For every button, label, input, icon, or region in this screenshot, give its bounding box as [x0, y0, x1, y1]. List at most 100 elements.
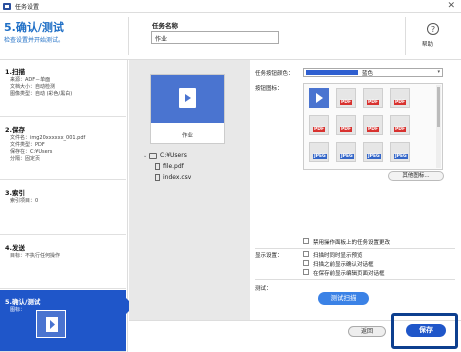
test-scan-button[interactable]: 测试扫描 [318, 292, 369, 305]
pdf-icon: PDF [363, 115, 383, 135]
title-bar: 任务设置 ✕ [0, 0, 461, 13]
step-scan[interactable]: 1.扫描 来源：ADF－单面 文档大小：自动检测 图像类型：自动 (彩色/黑白) [0, 60, 126, 117]
edit-page-checkbox[interactable] [303, 269, 309, 275]
close-icon[interactable]: ✕ [447, 0, 455, 13]
play-icon [179, 88, 196, 108]
scrollbar[interactable] [436, 85, 441, 168]
step-send[interactable]: 4.发送 目标：不执行任何操作 [0, 236, 126, 289]
jpeg-icon: JPEG [309, 142, 329, 162]
step-detail: 文档大小：自动检测 [10, 84, 56, 90]
pdf-icon: PDF [390, 88, 410, 108]
divider [128, 17, 129, 55]
jpeg-icon: JPEG [363, 142, 383, 162]
step-index[interactable]: 3.索引 索引项目：0 [0, 181, 126, 235]
button-color-label: 任务按钮颜色： [255, 71, 294, 77]
icon-option[interactable]: PDF [388, 114, 412, 136]
wizard-sidebar: 1.扫描 来源：ADF－单面 文档大小：自动检测 图像类型：自动 (彩色/黑白)… [0, 60, 134, 352]
pdf-icon: PDF [336, 115, 356, 135]
save-button[interactable]: 保存 [406, 324, 446, 337]
page-title: 5.确认/测试 [4, 21, 64, 34]
settings-panel: 任务按钮颜色： 蓝色 ▾ 按钮图标： PDF PDF PDF PDF PDF P… [251, 60, 461, 320]
disable-changes-checkbox[interactable] [303, 238, 309, 244]
step-detail: 文件名：img20xxxxxx_001.pdf [10, 135, 86, 141]
folder-icon [149, 152, 157, 159]
icon-picker: PDF PDF PDF PDF PDF PDF PDF JPEG JPEG JP… [303, 83, 443, 170]
back-button[interactable]: 返回 [348, 326, 386, 337]
page-subtitle: 检查设置并开始测试。 [4, 37, 65, 44]
window-title: 任务设置 [15, 4, 40, 11]
divider [255, 248, 455, 249]
show-preview-checkbox[interactable] [303, 251, 309, 257]
checkbox-label: 扫描时同时显示预览 [313, 253, 363, 259]
tree-item-folder: ⌄ C:¥Users [143, 152, 191, 163]
play-icon [46, 317, 58, 332]
other-icons-button[interactable]: 其他图标... [388, 171, 444, 181]
step-title: 3.索引 [5, 189, 25, 197]
app-icon [3, 3, 11, 10]
checkbox-label: 在保存前显示编辑页面对话框 [313, 271, 385, 277]
pdf-icon: PDF [390, 115, 410, 135]
file-icon [155, 174, 160, 181]
task-name-input[interactable]: 作业 [151, 31, 279, 44]
step-title: 1.扫描 [5, 68, 25, 76]
tree-item-file: file.pdf [143, 163, 191, 174]
task-name-label: 任务名称 [152, 22, 178, 30]
button-color-select[interactable]: 蓝色 ▾ [303, 68, 443, 77]
button-icon-label: 按钮图标： [255, 86, 283, 92]
pdf-icon: PDF [309, 115, 329, 135]
tree-item-file: index.csv [143, 174, 191, 185]
checkbox-label: 禁用操作面板上的任务设置更改 [313, 240, 391, 246]
pdf-icon: PDF [363, 88, 383, 108]
chevron-down-icon: ▾ [437, 69, 440, 75]
preview-label: 作业 [181, 133, 193, 139]
play-icon [309, 88, 329, 108]
output-tree: ⌄ C:¥Users file.pdf index.csv [143, 152, 191, 185]
task-button-preview: 作业 [150, 74, 225, 144]
step-detail: 图像类型：自动 (彩色/黑白) [10, 91, 73, 97]
icon-option[interactable]: PDF [388, 87, 412, 109]
confirm-dialog-checkbox[interactable] [303, 260, 309, 266]
tree-item-label: C:¥Users [160, 152, 187, 159]
step-title: 4.发送 [5, 244, 25, 252]
help-label: 帮助 [422, 42, 434, 48]
step-detail: 索引项目：0 [10, 198, 39, 204]
tree-item-label: index.csv [163, 174, 192, 181]
icon-option[interactable]: JPEG [334, 141, 358, 163]
icon-option[interactable]: PDF [361, 87, 385, 109]
icon-option[interactable]: PDF [334, 114, 358, 136]
step-save[interactable]: 2.保存 文件名：img20xxxxxx_001.pdf 文件类型：PDF 保存… [0, 118, 126, 180]
icon-option[interactable]: PDF [361, 114, 385, 136]
icon-option[interactable]: JPEG [388, 141, 412, 163]
display-settings-label: 显示设置： [255, 253, 283, 259]
step-confirm-test[interactable]: 5.确认/测试 图标： [0, 290, 134, 352]
icon-option[interactable] [307, 87, 331, 109]
step-detail: 文件类型：PDF [10, 142, 45, 148]
step-detail: 图标： [10, 307, 26, 313]
help-button[interactable]: ? 帮助 [420, 23, 446, 53]
icon-option[interactable]: JPEG [361, 141, 385, 163]
icon-option[interactable]: PDF [334, 87, 358, 109]
pdf-icon: PDF [336, 88, 356, 108]
save-highlight-frame: 保存 [391, 313, 458, 349]
step-detail: 保存在：C:¥Users [10, 149, 53, 155]
task-icon-preview [36, 310, 66, 338]
step-detail: 来源：ADF－单面 [10, 77, 51, 83]
step-title: 2.保存 [5, 126, 25, 134]
jpeg-icon: JPEG [390, 142, 410, 162]
divider [405, 17, 406, 55]
divider [255, 279, 455, 280]
help-icon: ? [427, 23, 439, 35]
step-title: 5.确认/测试 [5, 298, 41, 306]
color-swatch [306, 70, 358, 75]
tree-item-label: file.pdf [163, 163, 184, 170]
icon-option[interactable]: JPEG [307, 141, 331, 163]
icon-option[interactable]: PDF [307, 114, 331, 136]
step-detail: 分隔：固定页 [10, 156, 41, 162]
page-header: 5.确认/测试 检查设置并开始测试。 任务名称 作业 ? 帮助 [0, 13, 461, 60]
test-label: 测试： [255, 286, 272, 292]
checkbox-label: 扫描之前显示确认对话框 [313, 262, 374, 268]
step-detail: 目标：不执行任何操作 [10, 253, 61, 259]
file-icon [155, 163, 160, 170]
preview-color-area [151, 75, 224, 123]
color-value: 蓝色 [362, 71, 374, 77]
